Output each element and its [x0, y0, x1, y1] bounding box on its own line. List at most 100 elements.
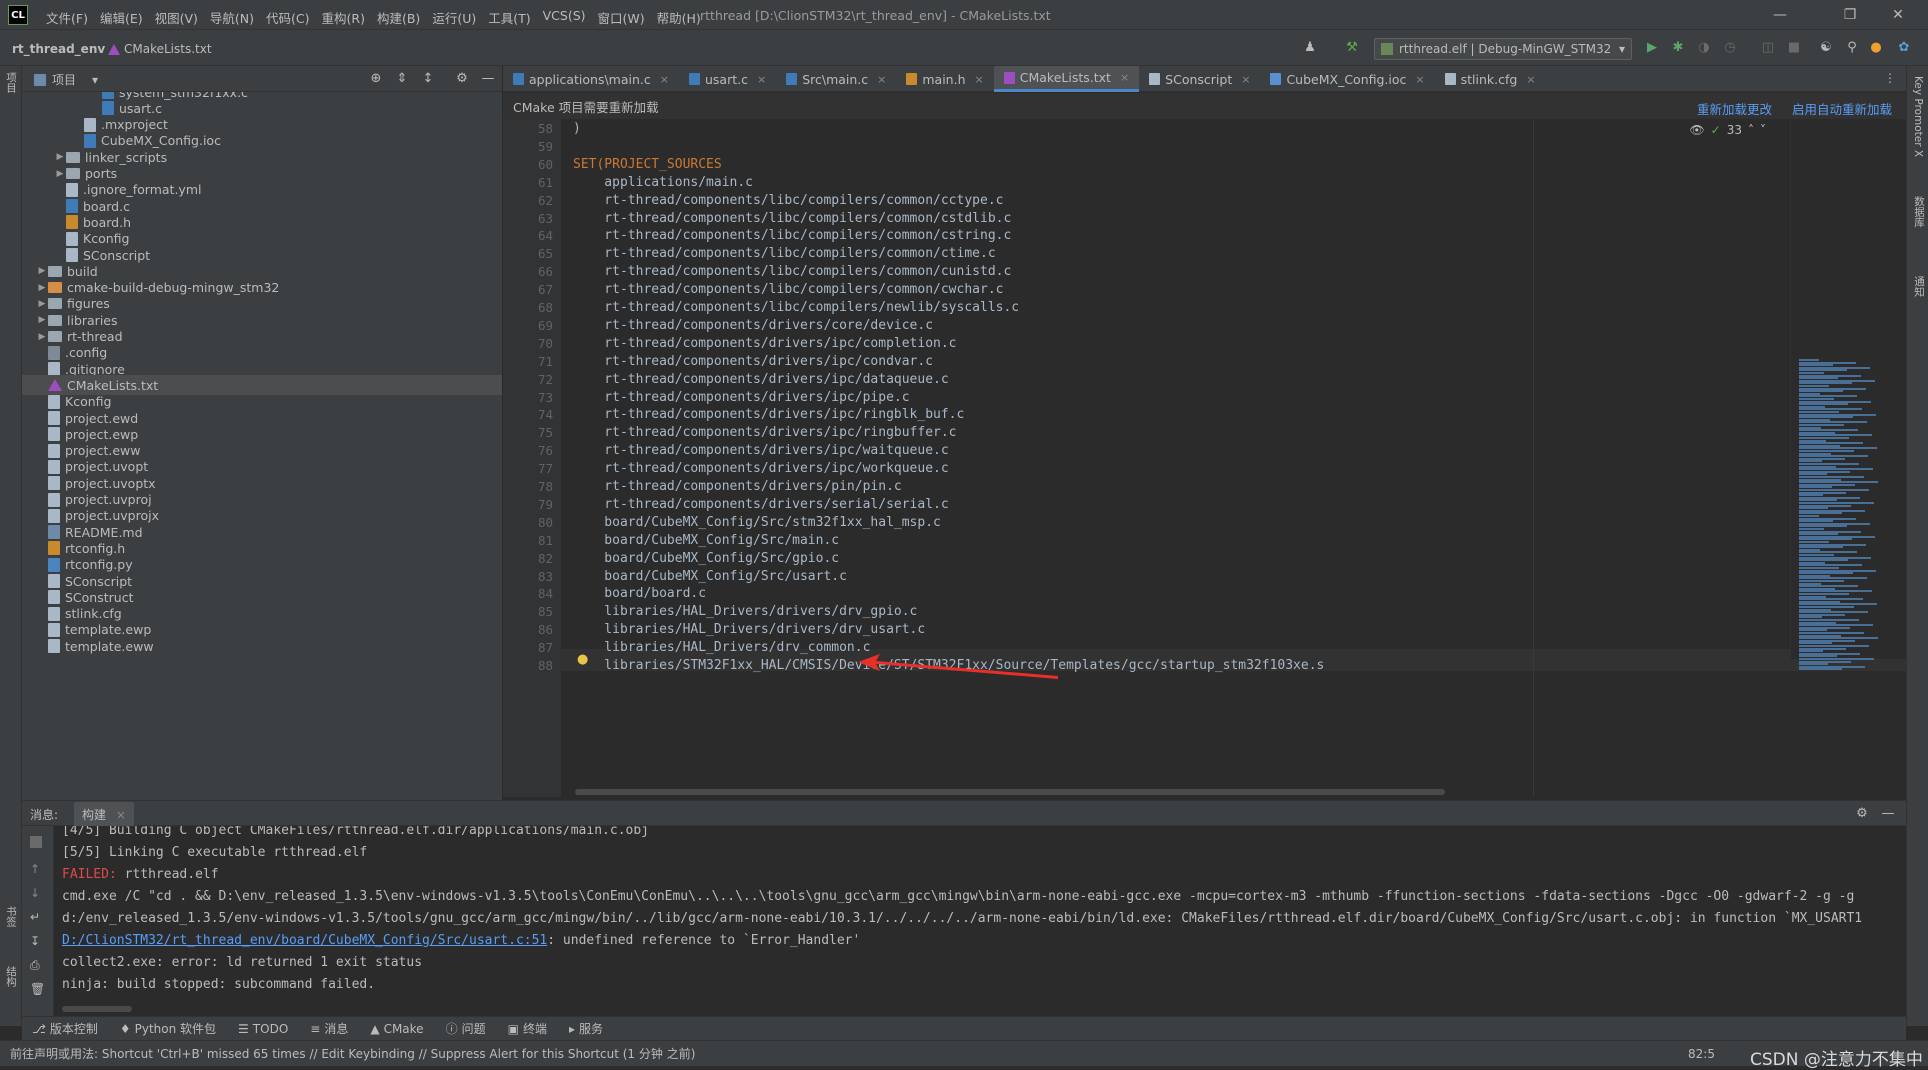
menu-item[interactable]: VCS(S)	[537, 6, 592, 29]
attach-icon[interactable]: ◫	[1760, 40, 1776, 56]
gear-icon[interactable]: ⚙	[454, 71, 470, 87]
close-tab-icon[interactable]: ×	[1415, 73, 1424, 86]
chevron-right-icon[interactable]: ▶	[54, 169, 66, 179]
update-icon[interactable]: ●	[1868, 40, 1884, 56]
code-line[interactable]: )	[573, 119, 581, 140]
chevron-right-icon[interactable]: ▶	[36, 315, 48, 325]
assistant-icon[interactable]: ✿	[1896, 40, 1912, 56]
chevron-up-icon[interactable]: ˄	[1748, 123, 1754, 137]
menu-item[interactable]: 编辑(E)	[94, 6, 149, 29]
menu-item[interactable]: 窗口(W)	[592, 6, 651, 29]
locate-icon[interactable]: ⊕	[368, 71, 384, 87]
expand-all-icon[interactable]: ⇕	[394, 71, 410, 87]
wrap-icon[interactable]: ↵	[30, 910, 40, 924]
tab-messages[interactable]: 消息:	[30, 806, 58, 823]
editor-tab[interactable]: SConscript ×	[1139, 66, 1260, 92]
menu-item[interactable]: 运行(U)	[426, 6, 482, 29]
close-tab-icon[interactable]: ×	[975, 73, 984, 86]
close-tab-icon[interactable]: ×	[1526, 73, 1535, 86]
print-icon[interactable]: ⎙	[30, 958, 40, 973]
strip-bookmarks-label[interactable]: 书签	[4, 906, 19, 927]
chevron-right-icon[interactable]: ▶	[36, 266, 48, 276]
chevron-right-icon[interactable]: ▶	[54, 152, 66, 162]
scroll-end-icon[interactable]: ↧	[30, 934, 40, 948]
strip-database-label[interactable]: 数据库	[1912, 196, 1927, 228]
build-console[interactable]: [4/5] Building C object CMakeFiles/rtthr…	[54, 826, 1906, 1016]
chevron-down-icon[interactable]: ˅	[1760, 123, 1766, 137]
chevron-right-icon[interactable]: ▶	[36, 299, 48, 309]
editor-tab[interactable]: CubeMX_Config.ioc ×	[1260, 66, 1434, 92]
menu-item[interactable]: 帮助(H)	[651, 6, 707, 29]
hide-icon[interactable]: —	[480, 71, 496, 87]
tab-build[interactable]: 构建 ×	[74, 802, 134, 826]
status-message[interactable]: 前往声明或用法: Shortcut 'Ctrl+B' missed 65 tim…	[10, 1045, 695, 1062]
close-tab-icon[interactable]: ×	[1120, 71, 1129, 84]
source-link[interactable]: D:/ClionSTM32/rt_thread_env/board/CubeMX…	[62, 933, 547, 948]
user-icon[interactable]: ♟	[1302, 40, 1318, 56]
code-minimap[interactable]	[1790, 119, 1906, 671]
hide-icon[interactable]: —	[1880, 806, 1896, 822]
tool-tab[interactable]: ▣ 终端	[508, 1020, 547, 1037]
debug-icon[interactable]: ✱	[1670, 40, 1686, 56]
caret-position[interactable]: 82:5	[1688, 1047, 1715, 1061]
editor-tab[interactable]: usart.c ×	[679, 66, 776, 92]
editor-tab[interactable]: Src\main.c ×	[776, 66, 896, 92]
strip-key-promoter-label[interactable]: Key Promoter X	[1912, 76, 1924, 157]
tool-tab[interactable]: ☰ TODO	[238, 1022, 288, 1036]
menu-item[interactable]: 构建(B)	[371, 6, 426, 29]
editor-tab[interactable]: CMakeLists.txt ×	[993, 66, 1140, 92]
reload-changes-link[interactable]: 重新加载更改	[1697, 99, 1772, 118]
restore-icon[interactable]: ❐	[1830, 4, 1870, 26]
stop-icon[interactable]	[30, 836, 42, 848]
chevron-down-icon[interactable]: ▾	[92, 73, 98, 87]
menu-item[interactable]: 重构(R)	[316, 6, 371, 29]
tool-tab[interactable]: ≡ 消息	[310, 1020, 348, 1037]
horizontal-scrollbar[interactable]	[575, 789, 1445, 795]
search-icon[interactable]: ⚲	[1844, 40, 1860, 56]
lightbulb-icon[interactable]: ●	[577, 652, 588, 667]
chevron-right-icon[interactable]: ▶	[36, 332, 48, 342]
console-scrollbar[interactable]	[62, 1006, 132, 1012]
more-tabs-icon[interactable]: ⋮	[1874, 66, 1906, 91]
menu-item[interactable]: 工具(T)	[482, 6, 536, 29]
chevron-right-icon[interactable]: ▶	[36, 283, 48, 293]
arrow-up-icon[interactable]: ↑	[30, 862, 40, 876]
editor-tab[interactable]: applications\main.c ×	[503, 66, 679, 92]
run-icon[interactable]: ▶	[1644, 40, 1660, 56]
coverage-icon[interactable]: ◑	[1696, 40, 1712, 56]
inspection-widget[interactable]: 👁 ✓ 33 ˄ ˅	[1689, 123, 1766, 137]
menu-item[interactable]: 文件(F)	[40, 6, 94, 29]
strip-project-label[interactable]: 项目	[4, 72, 19, 93]
delete-icon[interactable]: 🗑	[30, 982, 45, 996]
close-icon[interactable]: ×	[116, 808, 126, 822]
minimize-icon[interactable]: —	[1760, 4, 1800, 26]
arrow-down-icon[interactable]: ↓	[30, 886, 40, 900]
breadcrumb-file[interactable]: CMakeLists.txt	[108, 42, 212, 56]
project-panel-title[interactable]: 项目	[52, 71, 76, 88]
editor-tab[interactable]: stlink.cfg ×	[1435, 66, 1546, 92]
editor-tab[interactable]: main.h ×	[896, 66, 993, 92]
tool-tab[interactable]: ▸ 服务	[569, 1020, 603, 1037]
gear-icon[interactable]: ⚙	[1854, 806, 1870, 822]
tool-tab[interactable]: ▲ CMake	[370, 1022, 423, 1036]
tool-tab[interactable]: ⎇ 版本控制	[32, 1020, 98, 1037]
run-configuration-select[interactable]: rtthread.elf | Debug-MinGW_STM32 ▾	[1374, 38, 1632, 60]
tool-tab[interactable]: ♦ Python 软件包	[120, 1020, 216, 1037]
close-tab-icon[interactable]: ×	[757, 73, 766, 86]
close-tab-icon[interactable]: ×	[660, 73, 669, 86]
eye-off-icon[interactable]: 👁	[1689, 123, 1704, 137]
strip-notifications-label[interactable]: 通知	[1912, 276, 1927, 297]
tree-item[interactable]: template.eww	[22, 636, 502, 656]
enable-auto-reload-link[interactable]: 启用自动重新加载	[1792, 99, 1892, 118]
hammer-build-icon[interactable]: ⚒	[1344, 40, 1360, 56]
profile-icon[interactable]: ◷	[1722, 40, 1738, 56]
close-tab-icon[interactable]: ×	[877, 73, 886, 86]
menu-item[interactable]: 导航(N)	[204, 6, 260, 29]
collapse-all-icon[interactable]: ↕	[420, 71, 436, 87]
breadcrumb-project[interactable]: rt_thread_env	[12, 42, 105, 56]
tool-tab[interactable]: ⓘ 问题	[446, 1020, 486, 1037]
menu-item[interactable]: 代码(C)	[260, 6, 315, 29]
close-icon[interactable]: ✕	[1878, 4, 1918, 26]
strip-structure-label[interactable]: 结构	[4, 966, 19, 987]
menu-item[interactable]: 视图(V)	[149, 6, 204, 29]
